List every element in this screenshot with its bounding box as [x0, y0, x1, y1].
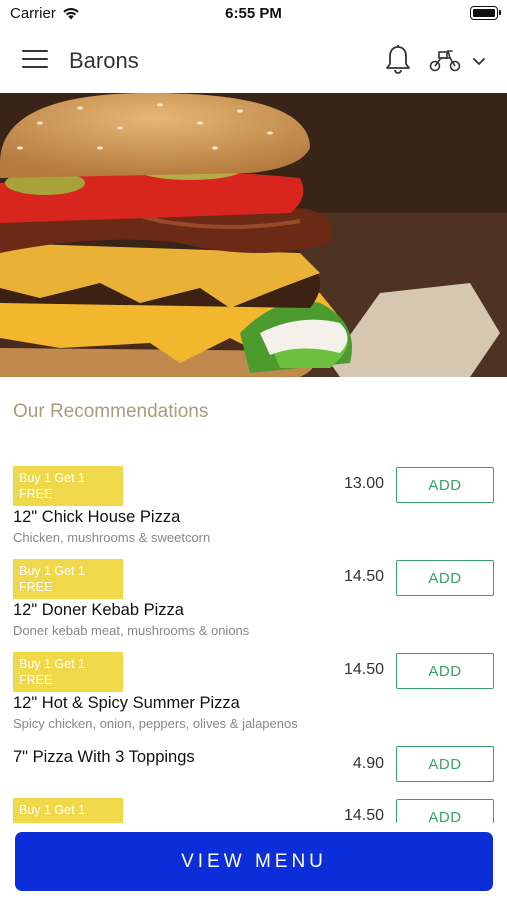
add-button[interactable]: ADD — [396, 746, 494, 782]
item-price: 4.90 — [352, 755, 384, 772]
add-button[interactable]: ADD — [396, 467, 494, 503]
item-price: 14.50 — [343, 807, 384, 823]
offer-badge: Buy 1 Get 1 FREE — [13, 652, 123, 692]
burger-image — [0, 93, 507, 377]
status-bar: Carrier 6:55 PM — [0, 0, 507, 28]
offer-badge: Buy 1 Get 1 FREE — [13, 559, 123, 599]
item-description: Spicy chicken, onion, peppers, olives & … — [13, 716, 298, 731]
add-button[interactable]: ADD — [396, 799, 494, 823]
item-price: 13.00 — [343, 475, 384, 492]
view-menu-button[interactable]: VIEW MENU — [15, 832, 493, 891]
add-button[interactable]: ADD — [396, 560, 494, 596]
bell-icon[interactable] — [384, 44, 412, 76]
add-button[interactable]: ADD — [396, 653, 494, 689]
item-description: Chicken, mushrooms & sweetcorn — [13, 530, 211, 545]
item-name: 12" Hot & Spicy Summer Pizza — [13, 694, 240, 712]
page-title: Barons — [69, 48, 139, 73]
offer-badge: Buy 1 Get 1 — [13, 798, 123, 823]
item-price: 14.50 — [343, 568, 384, 585]
item-name: 12" Chick House Pizza — [13, 508, 181, 526]
clock: 6:55 PM — [225, 5, 282, 22]
chevron-down-icon[interactable] — [470, 52, 488, 70]
scooter-icon[interactable] — [428, 46, 462, 74]
item-name: 7" Pizza With 3 Toppings — [13, 748, 195, 766]
item-name: 12" Doner Kebab Pizza — [13, 601, 184, 619]
item-price: 14.50 — [343, 661, 384, 678]
hero-banner — [0, 93, 507, 377]
offer-badge: Buy 1 Get 1 FREE — [13, 466, 123, 506]
bottom-bar: VIEW MENU — [0, 823, 507, 900]
app-header: Barons — [0, 28, 507, 93]
battery-icon — [470, 6, 501, 20]
item-description: Doner kebab meat, mushrooms & onions — [13, 623, 250, 638]
menu-icon[interactable] — [22, 50, 48, 70]
recommendations-list: Buy 1 Get 1 FREE 13.00 ADD 12" Chick Hou… — [0, 377, 507, 823]
